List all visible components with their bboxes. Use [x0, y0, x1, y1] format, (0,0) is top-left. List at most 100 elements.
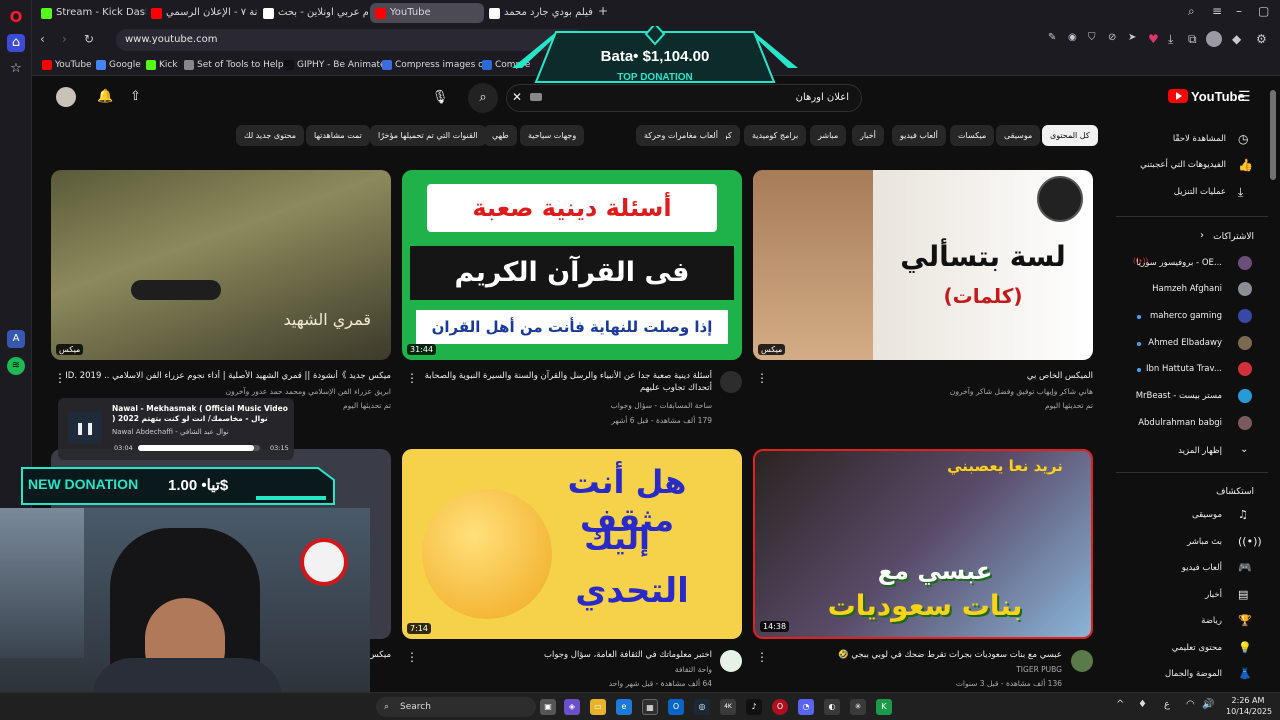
video-channel[interactable]: ساحة المسابقات - سؤال وجواب — [418, 400, 712, 411]
sidebar-item-subscription[interactable]: Abdulrahman babgi — [1138, 418, 1222, 428]
profile-avatar[interactable] — [1206, 31, 1222, 47]
chip-6[interactable]: برامج كوميدية — [744, 125, 807, 146]
tray-chevron-icon[interactable]: ^ — [1116, 699, 1124, 710]
chip-1[interactable]: موسيقى — [996, 125, 1041, 146]
bookmark-tools[interactable]: Set of Tools to Help... — [184, 58, 292, 72]
forward-icon[interactable]: › — [62, 32, 67, 46]
scrollbar-thumb[interactable] — [1270, 90, 1276, 180]
bookmark-kick[interactable]: Kick — [146, 58, 178, 72]
bookmark-google[interactable]: Google — [96, 58, 141, 72]
download-icon[interactable]: ⤓ — [1168, 32, 1173, 47]
youtube-logo[interactable]: YouTube — [1168, 89, 1245, 104]
sidebar-item-subscription[interactable]: بروفيسور سوريا - OE... — [1136, 258, 1222, 268]
taskbar-search[interactable]: ⌕ Search — [376, 697, 536, 717]
discord-icon[interactable]: ◔ — [798, 699, 814, 715]
video-channel[interactable]: TIGER PUBG — [768, 664, 1062, 675]
minimize-button[interactable]: – — [1236, 4, 1242, 18]
home-icon[interactable]: ⌂ — [7, 34, 25, 52]
video-channel[interactable]: ابريق عزراء الفن الإسلامي ومحمد حمد عدور… — [66, 386, 391, 397]
sidebar-item-explore-1[interactable]: بث مباشر — [1187, 537, 1222, 547]
sidebar-item-you-0[interactable]: المشاهدة لاحقًا — [1173, 134, 1226, 144]
sidebar-item-you-1[interactable]: الفيديوهات التي أعجبتني — [1140, 160, 1226, 170]
chip-0[interactable]: كل المحتوى — [1042, 125, 1098, 146]
outlook-icon[interactable]: O — [668, 699, 684, 715]
settings-icon[interactable]: ⚙ — [1256, 32, 1267, 46]
chip-10[interactable]: طهي — [484, 125, 517, 146]
video-thumbnail[interactable]: هل أنت مثقف إليك التحدي 7:14 — [402, 449, 742, 639]
4k-app-icon[interactable]: 4K — [720, 699, 736, 715]
pause-icon[interactable]: ❚❚ — [68, 412, 102, 444]
keyboard-icon[interactable] — [530, 93, 542, 101]
hamburger-menu-icon[interactable]: ☰ — [1238, 89, 1251, 105]
more-options-icon[interactable]: ⋮ — [406, 371, 418, 385]
sidebar-item-explore-5[interactable]: محتوى تعليمي — [1172, 643, 1222, 653]
opera-logo-icon[interactable]: O — [7, 8, 25, 26]
steam-icon[interactable]: ◎ — [694, 699, 710, 715]
sidebar-item-explore-4[interactable]: رياضة — [1201, 616, 1222, 626]
chip-5[interactable]: مباشر — [810, 125, 847, 146]
sidebar-item-explore-3[interactable]: أخبار — [1205, 590, 1222, 600]
widgets-icon[interactable]: ◈ — [564, 699, 580, 715]
video-title[interactable]: عبسي مع بنات سعوديات بجرات تقرط ضحك في ل… — [768, 649, 1062, 661]
maximize-button[interactable]: ▢ — [1258, 4, 1269, 18]
subscriptions-title[interactable]: الاشتراكات — [1213, 232, 1254, 242]
tab-bodyguard[interactable]: اعلان فيلم بودي جارد محمد — [484, 3, 596, 23]
video-thumbnail[interactable]: أسئلة دينية صعبة فى القرآن الكريم إذا وص… — [402, 170, 742, 360]
edit-icon[interactable]: ✎ — [1048, 32, 1056, 43]
search-tabs-icon[interactable]: ⌕ — [1188, 4, 1195, 19]
adblock-icon[interactable]: ⊘ — [1108, 32, 1116, 43]
reload-icon[interactable]: ↻ — [84, 32, 94, 46]
chip-13[interactable]: محتوى جديد لك — [236, 125, 305, 146]
volume-icon[interactable]: 🔊 — [1202, 699, 1214, 710]
sidebar-item-subscription[interactable]: Hamzeh Afghani — [1152, 284, 1222, 294]
heart-icon[interactable]: ♥ — [1148, 32, 1159, 46]
file-explorer-icon[interactable]: ▭ — [590, 699, 606, 715]
video-thumbnail[interactable]: قمري الشهيد ميكس — [51, 170, 391, 360]
bookmark-youtube[interactable]: YouTube — [42, 58, 92, 72]
language-indicator[interactable]: ع — [1164, 699, 1170, 710]
bookmark-compress[interactable]: Compress images o... — [382, 58, 492, 72]
sidebar-item-explore-0[interactable]: موسيقى — [1192, 510, 1222, 520]
channel-avatar[interactable] — [720, 371, 742, 393]
video-thumbnail[interactable]: لسة بتسألي (كلمات) ميكس — [753, 170, 1093, 360]
camera-icon[interactable]: ◉ — [1068, 32, 1077, 43]
aria-icon[interactable]: A — [7, 330, 25, 348]
flow-icon[interactable]: ➤ — [1128, 32, 1136, 43]
channel-avatar[interactable] — [720, 650, 742, 672]
notifications-bell-icon[interactable]: 🔔 — [97, 89, 113, 104]
bookmark-giphy[interactable]: GIPHY - Be Animated — [284, 58, 391, 72]
edge-icon[interactable]: e — [616, 699, 632, 715]
chip-3[interactable]: ألعاب فيديو — [892, 125, 946, 146]
channel-avatar[interactable] — [1071, 650, 1093, 672]
search-icon[interactable]: ⌕ — [468, 83, 498, 113]
extensions-icon[interactable]: ⧉ — [1188, 32, 1197, 47]
account-avatar[interactable] — [56, 87, 76, 107]
video-channel[interactable]: هاني شاكر وإيهاب توفيق وفضل شاكر وآخرون — [768, 386, 1093, 397]
show-more-button[interactable]: إظهار المزيد — [1178, 446, 1222, 456]
sidebar-item-subscription[interactable]: Ibn Hattuta Trav... — [1146, 364, 1222, 374]
tray-icon[interactable]: ♦ — [1138, 699, 1147, 710]
tiktok-icon[interactable]: ♪ — [746, 699, 762, 715]
clear-search-icon[interactable]: ✕ — [512, 90, 522, 104]
chip-2[interactable]: ميكسات — [950, 125, 995, 146]
video-thumbnail[interactable]: نريد نعا يعصبني عبسي مع بنات سعوديات 14:… — [753, 449, 1093, 639]
video-channel[interactable]: واحة الثقافة — [418, 664, 712, 675]
tab-zinzana[interactable]: زنزانة ٧ - الإعلان الرسمي | The — [146, 3, 258, 23]
sidebar-item-you-2[interactable]: عمليات التنزيل — [1174, 187, 1226, 197]
back-icon[interactable]: ‹ — [40, 32, 45, 46]
video-title[interactable]: ميكس جديد 》أنشودة || قمري الشهيد الأصلية… — [66, 370, 391, 382]
chip-11[interactable]: القنوات التي تم تحميلها مؤخرًا — [370, 125, 486, 146]
star-icon[interactable]: ☆ — [7, 60, 25, 78]
tab-kick[interactable]: Stream - Kick Dashboard — [36, 3, 146, 23]
chip-4[interactable]: أخبار — [852, 125, 884, 146]
video-title[interactable]: اختبر معلوماتك في الثقافة العامة، سؤال و… — [418, 649, 712, 661]
sidebar-item-explore-6[interactable]: الموضة والجمال — [1165, 669, 1222, 679]
more-options-icon[interactable]: ⋮ — [406, 650, 418, 664]
search-input[interactable]: اعلان اورهان — [506, 84, 862, 112]
vpn-icon[interactable]: ◆ — [1232, 32, 1241, 46]
opera-taskbar-icon[interactable]: O — [772, 699, 788, 715]
spotify-icon[interactable]: ≋ — [7, 357, 25, 375]
more-options-icon[interactable]: ⋮ — [756, 650, 768, 664]
task-view-icon[interactable]: ▣ — [540, 699, 556, 715]
chip-8[interactable]: ألعاب مغامرات وحركة — [636, 125, 726, 146]
